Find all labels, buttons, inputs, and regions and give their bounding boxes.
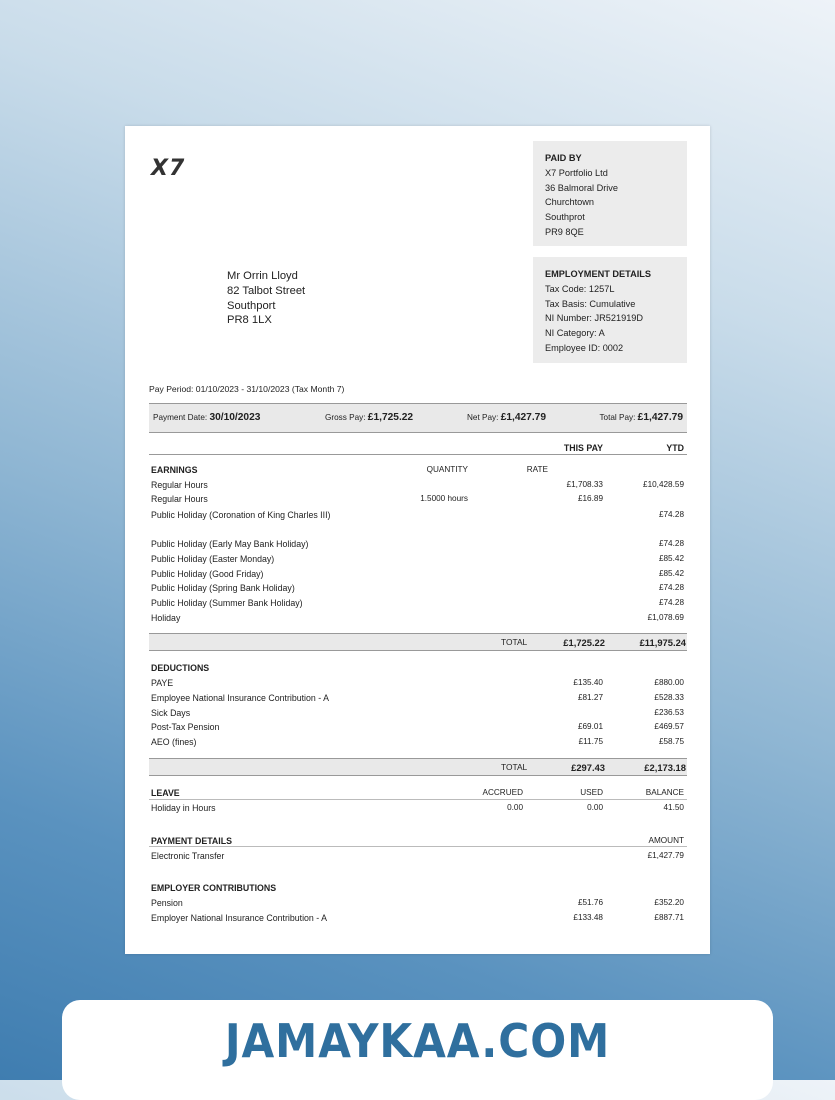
table-row: Public Holiday (Summer Bank Holiday) £74… [151,598,684,608]
leave-header-row: LEAVE ACCRUED USED BALANCE [151,786,685,800]
table-row: Post-Tax Pension £69.01 £469.57 [151,722,684,732]
table-row: PAYE £135.40 £880.00 [151,678,684,688]
paid-by-line: 36 Balmoral Drive [545,182,619,193]
employment-details-panel: EMPLOYMENT DETAILS Tax Code: 1257L Tax B… [533,257,687,363]
recipient-address: Mr Orrin Lloyd 82 Talbot Street Southpor… [227,269,305,328]
gross-pay: Gross Pay: £1,725.22 [325,412,414,423]
watermark-text: JAMAYKAA.COM [224,1014,611,1068]
table-row: Public Holiday (Coronation of King Charl… [151,510,684,520]
leave-heading: LEAVE [151,788,180,798]
payment-date: Payment Date: 30/10/2023 [153,412,261,423]
table-row: Public Holiday (Early May Bank Holiday) … [151,539,684,549]
earnings-header-row: EARNINGS QUANTITY RATE [151,463,685,477]
paid-by-line: Churchtown [545,197,595,208]
divider [149,799,687,800]
employment-line: NI Number: JR521919D [545,313,644,324]
deductions-header-row: DEDUCTIONS [151,661,685,675]
earnings-total-bar: TOTAL £1,725.22 £11,975.24 [149,633,687,651]
address-line: Southport [227,299,276,312]
deductions-total-bar: TOTAL £297.43 £2,173.18 [149,758,687,776]
paid-by-heading: PAID BY [545,153,582,163]
payment-summary-bar: Payment Date: 30/10/2023 Gross Pay: £1,7… [149,403,687,433]
table-row: Pension £51.76 £352.20 [151,898,684,908]
this-pay-header: THIS PAY [563,443,603,453]
table-row: Public Holiday (Spring Bank Holiday) £74… [151,583,684,593]
address-line: Mr Orrin Lloyd [227,270,298,282]
address-line: 82 Talbot Street [227,284,306,297]
table-row: Regular Hours 1.5000 hours £16.89 [151,494,603,504]
employment-line: Tax Code: 1257L [545,283,615,294]
table-row: Holiday £1,078.69 [151,613,684,623]
table-row: Public Holiday (Easter Monday) £85.42 [151,554,684,564]
table-row: Public Holiday (Good Friday) £85.42 [151,569,684,579]
employment-line: NI Category: A [545,328,605,339]
company-logo: X7 [151,156,186,181]
rate-header: RATE [526,465,548,474]
paid-by-line: PR9 8QE [545,226,584,237]
table-row: Electronic Transfer £1,427.79 [151,851,684,861]
quantity-header: QUANTITY [426,465,468,474]
paid-by-line: X7 Portfolio Ltd [545,167,608,178]
deductions-heading: DEDUCTIONS [151,663,210,673]
paid-by-panel: PAID BY X7 Portfolio Ltd 36 Balmoral Dri… [533,141,687,246]
table-row: Regular Hours £1,708.33 £10,428.59 [151,480,684,490]
payslip-document: X7 PAID BY X7 Portfolio Ltd 36 Balmoral … [125,126,710,954]
net-pay: Net Pay: £1,427.79 [467,412,547,423]
divider [149,454,687,455]
divider [149,846,687,847]
table-row: Holiday in Hours 0.00 0.00 41.50 [151,803,684,813]
employment-line: Employee ID: 0002 [545,342,624,353]
employer-contributions-header-row: EMPLOYER CONTRIBUTIONS [151,881,685,895]
pay-period: Pay Period: 01/10/2023 - 31/10/2023 (Tax… [149,384,345,394]
total-pay: Total Pay: £1,427.79 [599,412,683,423]
column-header-row: THIS PAY YTD [151,441,685,455]
table-row: Sick Days £236.53 [151,708,684,718]
employer-contributions-heading: EMPLOYER CONTRIBUTIONS [151,883,277,893]
ytd-header: YTD [666,443,684,453]
table-row: Employer National Insurance Contribution… [151,913,684,923]
table-row: AEO (fines) £11.75 £58.75 [151,737,684,747]
paid-by-line: Southprot [545,212,585,223]
watermark-banner: JAMAYKAA.COM [62,1000,773,1100]
employment-heading: EMPLOYMENT DETAILS [545,269,651,279]
table-row: Employee National Insurance Contribution… [151,693,684,703]
address-line: PR8 1LX [227,314,272,327]
earnings-heading: EARNINGS [151,465,198,475]
accrued-header: ACCRUED [482,788,524,797]
used-header: USED [580,788,603,797]
employment-line: Tax Basis: Cumulative [545,298,636,309]
balance-header: BALANCE [645,788,684,797]
